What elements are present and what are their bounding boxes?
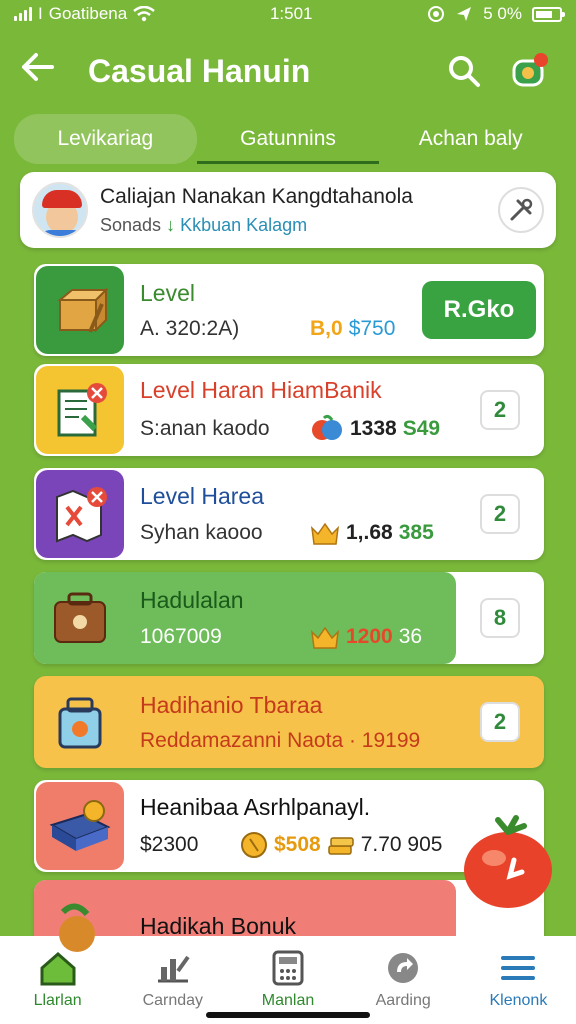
- level-badge[interactable]: 8: [480, 598, 520, 638]
- battery-icon: [531, 6, 565, 22]
- profile-card[interactable]: Caliajan Nanakan Kangdtahanola Sonads ↓ …: [20, 172, 556, 248]
- fruit-icon: [312, 414, 342, 440]
- play-button[interactable]: R.Gko: [422, 281, 536, 339]
- level-stat-1: 1338: [350, 416, 397, 440]
- chart-icon: [153, 948, 193, 988]
- profile-sub-b: Kkbuan Kalagm: [180, 214, 308, 235]
- crown-icon: [310, 522, 340, 545]
- level-stats: 1338 S49: [310, 414, 440, 444]
- tab-gatunnins[interactable]: Gatunnins: [196, 114, 380, 164]
- chat-button[interactable]: [504, 45, 556, 97]
- level-stat-1: 1,.68: [346, 520, 393, 544]
- level-subtitle: 1067009: [140, 624, 222, 648]
- refresh-icon: [383, 948, 423, 988]
- level-badge[interactable]: 2: [480, 494, 520, 534]
- status-left: I Goatibena: [14, 4, 155, 24]
- level-card[interactable]: Hadihanio Tbaraa Reddamazanni Naota · 19…: [34, 676, 544, 768]
- nav-label: Aarding: [375, 992, 431, 1009]
- level-stat-2: S49: [402, 416, 441, 440]
- level-subtitle: $2300: [140, 832, 199, 856]
- arrow-left-icon: [22, 53, 54, 81]
- level-title: Hadihanio Tbaraa: [140, 691, 323, 718]
- level-stats: 1200 36: [310, 624, 422, 650]
- back-button[interactable]: [20, 50, 68, 92]
- page-title: Casual Hanuin: [88, 52, 311, 89]
- level-stat-2: 7.70 905: [360, 832, 443, 856]
- battery-percent: 5 0%: [483, 4, 522, 23]
- level-badge[interactable]: 2: [480, 390, 520, 430]
- nav-label: Klenonk: [489, 992, 548, 1009]
- tomato-icon: [464, 815, 552, 908]
- tools-button[interactable]: [498, 187, 544, 233]
- avatar: [32, 182, 88, 238]
- map-icon: [36, 470, 124, 558]
- status-bar: I Goatibena 1:501 5 0%: [0, 0, 576, 28]
- level-card[interactable]: Hadulalan 1067009 1200 36 8: [34, 572, 544, 664]
- nav-item-chart[interactable]: Carnday: [115, 948, 230, 1010]
- calculator-icon: [268, 948, 308, 988]
- level-subtitle: Syhan kaooo: [140, 520, 263, 544]
- clock: 1:501: [269, 4, 313, 23]
- profile-subtitle: Sonads ↓ Kkbuan Kalagm: [100, 215, 498, 236]
- nav-item-calculator[interactable]: Manlan: [230, 948, 345, 1010]
- search-button[interactable]: [438, 45, 490, 97]
- nav-item-refresh[interactable]: Aarding: [346, 948, 461, 1010]
- level-subtitle: S:anan kaodo: [140, 416, 270, 440]
- level-card[interactable]: Level Harea Syhan kaooo 1,.68 385 2: [34, 468, 544, 560]
- profile-text: Caliajan Nanakan Kangdtahanola Sonads ↓ …: [100, 185, 498, 236]
- level-stat-1: $508: [274, 832, 321, 856]
- alarm-icon: [428, 6, 445, 22]
- nav-label: Llarlan: [33, 992, 82, 1009]
- tomato-fab[interactable]: [458, 814, 558, 910]
- level-card[interactable]: Level Haran HiamBanik S:anan kaodo 1338 …: [34, 364, 544, 456]
- nav-label: Manlan: [261, 992, 315, 1009]
- fruit-basket-icon: [36, 882, 124, 970]
- toolbox-icon: [36, 574, 124, 662]
- chat-notification-icon: [512, 53, 548, 87]
- wifi-icon: [133, 6, 155, 22]
- home-indicator[interactable]: [206, 1012, 370, 1018]
- coin-icon: [241, 831, 267, 858]
- recipe-book-icon: [36, 366, 124, 454]
- signal-icon: [14, 7, 32, 21]
- level-stat-1: 1200: [346, 624, 393, 648]
- carrier-separator: I: [38, 4, 43, 23]
- level-stat-1: B,0: [310, 316, 343, 340]
- level-stat-2: 385: [398, 520, 434, 544]
- level-subtitle: Reddamazanni Naota · 19199: [140, 728, 421, 752]
- nav-item-menu[interactable]: Klenonk: [461, 948, 576, 1010]
- crate-icon: [36, 266, 124, 354]
- down-arrow-icon: ↓: [166, 214, 176, 235]
- level-title: Hadulalan: [140, 586, 244, 613]
- crown-icon: [310, 626, 340, 649]
- profile-sub-a: Sonads: [100, 214, 162, 235]
- status-right: 5 0%: [427, 4, 565, 24]
- coin-stack-icon: [327, 836, 354, 855]
- level-title: Level: [140, 279, 195, 306]
- app-header: Casual Hanuin: [0, 34, 576, 108]
- profile-name: Caliajan Nanakan Kangdtahanola: [100, 184, 413, 208]
- level-title: Level Haran HiamBanik: [140, 376, 382, 403]
- level-badge[interactable]: 2: [480, 702, 520, 742]
- nav-label: Carnday: [142, 992, 204, 1009]
- level-stat-2: $750: [348, 316, 396, 340]
- search-icon: [449, 56, 480, 87]
- tab-achan-baly[interactable]: Achan baly: [379, 114, 562, 164]
- cookbook-icon: [36, 782, 124, 870]
- carrier-name: Goatibena: [48, 4, 128, 23]
- level-title: Level Harea: [140, 482, 265, 509]
- level-stats: B,0 $750: [310, 317, 395, 341]
- level-stats: 1,.68 385: [310, 520, 434, 546]
- tab-levikariag[interactable]: Levikariag: [14, 114, 197, 164]
- bag-icon: [36, 678, 124, 766]
- level-stat-2: 36: [398, 624, 423, 648]
- location-icon: [457, 7, 472, 21]
- level-stats: $508 7.70 905: [240, 831, 442, 859]
- tab-bar: Levikariag Gatunnins Achan baly: [14, 112, 562, 166]
- menu-icon: [498, 948, 538, 988]
- tools-icon: [510, 198, 533, 221]
- level-subtitle: A. 320:2A): [140, 316, 240, 340]
- level-title: Hadikah Bonuk: [140, 912, 296, 939]
- level-card[interactable]: Level A. 320:2A) B,0 $750 R.Gko: [34, 264, 544, 356]
